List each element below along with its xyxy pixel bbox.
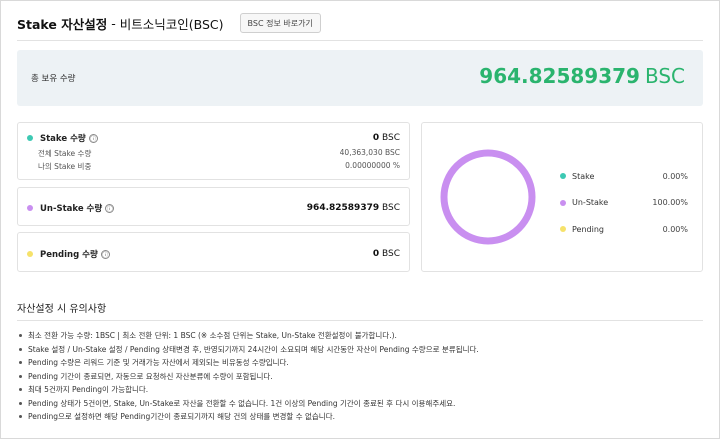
notes-title: 자산설정 시 유의사항 xyxy=(17,304,107,315)
notes-divider xyxy=(17,320,703,321)
legend-pct-unstake: 100.00% xyxy=(652,198,688,208)
unstake-label: Un-Stake 수량 xyxy=(40,204,103,214)
pending-info-icon[interactable]: ⓘ xyxy=(100,249,110,259)
pending-row: Pending 수량 ⓘ 0 BSC xyxy=(27,248,400,260)
unstake-unit: BSC xyxy=(381,203,400,213)
pending-amount: 0 xyxy=(372,249,380,259)
header-divider xyxy=(17,40,703,41)
unstake-amount: 964.82589379 xyxy=(306,203,380,213)
legend-label-unstake: Un-Stake xyxy=(572,198,609,208)
note-item: Pending 기간이 종료되면, 자동으로 요청하신 자산분류에 수량이 포함… xyxy=(19,370,709,384)
total-holdings-value: 964.82589379 BSC xyxy=(479,64,685,88)
stake-value: 0 BSC xyxy=(373,133,400,143)
note-item: Stake 설정 / Un-Stake 설정 / Pending 상태변경 후,… xyxy=(19,343,709,357)
total-holdings-panel: 총 보유 수량 964.82589379 BSC xyxy=(17,50,703,106)
legend-dot-pending xyxy=(560,226,566,233)
total-holdings-label: 총 보유 수량 xyxy=(31,74,76,84)
donut-segment-unstake xyxy=(440,149,536,245)
asset-donut-chart xyxy=(440,149,536,245)
chart-legend: Stake 0.00% Un-Stake 100.00% Pending 0.0… xyxy=(560,163,688,243)
page-title: Stake 자산설정 xyxy=(17,16,108,32)
pending-dot xyxy=(27,251,33,257)
note-item: Pending 수량은 리워드 기준 및 거래가능 자산에서 제외되는 비유동성… xyxy=(19,356,709,370)
stake-card: Stake 수량 ⓘ 0 BSC 전체 Stake 수량 40,363,030 … xyxy=(17,122,410,180)
pending-unit: BSC xyxy=(381,249,400,259)
note-item: 최대 5건까지 Pending이 가능합니다. xyxy=(19,383,709,397)
donut-arcs xyxy=(440,149,536,245)
unstake-value: 964.82589379 BSC xyxy=(307,203,400,213)
coin-name: 비트소닉코인(BSC) xyxy=(119,16,224,32)
total-stake-value: 40,363,030 BSC xyxy=(339,148,400,157)
legend-pct-stake: 0.00% xyxy=(662,171,688,181)
bsc-info-button[interactable]: BSC 정보 바로가기 xyxy=(239,13,321,33)
total-stake-row: 전체 Stake 수량 40,363,030 BSC xyxy=(38,148,400,159)
total-holdings-unit: BSC xyxy=(644,64,685,88)
total-holdings-number: 964.82589379 xyxy=(479,64,640,88)
stake-dot xyxy=(27,135,33,141)
unstake-dot xyxy=(27,205,33,211)
unstake-info-icon[interactable]: ⓘ xyxy=(105,203,115,213)
unstake-row: Un-Stake 수량 ⓘ 964.82589379 BSC xyxy=(27,202,400,214)
stake-info-icon[interactable]: ⓘ xyxy=(88,133,98,143)
legend-item-stake: Stake 0.00% xyxy=(560,163,688,190)
stake-unit: BSC xyxy=(381,133,400,143)
my-stake-ratio-value: 0.00000000 % xyxy=(345,161,400,170)
note-item: Pending 상태가 5건이면, Stake, Un-Stake로 자산을 전… xyxy=(19,397,709,411)
stake-row: Stake 수량 ⓘ 0 BSC xyxy=(27,132,400,144)
page-header: Stake 자산설정 - 비트소닉코인(BSC) BSC 정보 바로가기 xyxy=(17,12,321,34)
pending-card: Pending 수량 ⓘ 0 BSC xyxy=(17,232,410,272)
legend-label-stake: Stake xyxy=(572,171,595,181)
note-item: Pending으로 설정하면 해당 Pending기간이 종료되기까지 해당 건… xyxy=(19,410,709,424)
unstake-card: Un-Stake 수량 ⓘ 964.82589379 BSC xyxy=(17,187,410,226)
legend-item-unstake: Un-Stake 100.00% xyxy=(560,190,688,217)
total-stake-label: 전체 Stake 수량 xyxy=(38,149,92,158)
legend-label-pending: Pending xyxy=(572,224,604,234)
pending-value: 0 BSC xyxy=(373,249,400,259)
my-stake-ratio-label: 나의 Stake 비중 xyxy=(38,162,92,171)
notes-list: 최소 전환 가능 수량: 1BSC | 최소 전환 단위: 1 BSC (※ 소… xyxy=(19,329,709,424)
pending-label: Pending 수량 xyxy=(40,250,98,260)
title-separator: - xyxy=(111,15,116,31)
note-item: 최소 전환 가능 수량: 1BSC | 최소 전환 단위: 1 BSC (※ 소… xyxy=(19,329,709,343)
legend-item-pending: Pending 0.00% xyxy=(560,216,688,243)
legend-pct-pending: 0.00% xyxy=(662,224,688,234)
asset-distribution-card: Stake 0.00% Un-Stake 100.00% Pending 0.0… xyxy=(421,122,703,272)
legend-dot-stake xyxy=(560,173,566,180)
my-stake-ratio-row: 나의 Stake 비중 0.00000000 % xyxy=(38,161,400,172)
stake-label: Stake 수량 xyxy=(40,134,86,144)
legend-dot-unstake xyxy=(560,199,566,206)
stake-amount: 0 xyxy=(372,133,380,143)
